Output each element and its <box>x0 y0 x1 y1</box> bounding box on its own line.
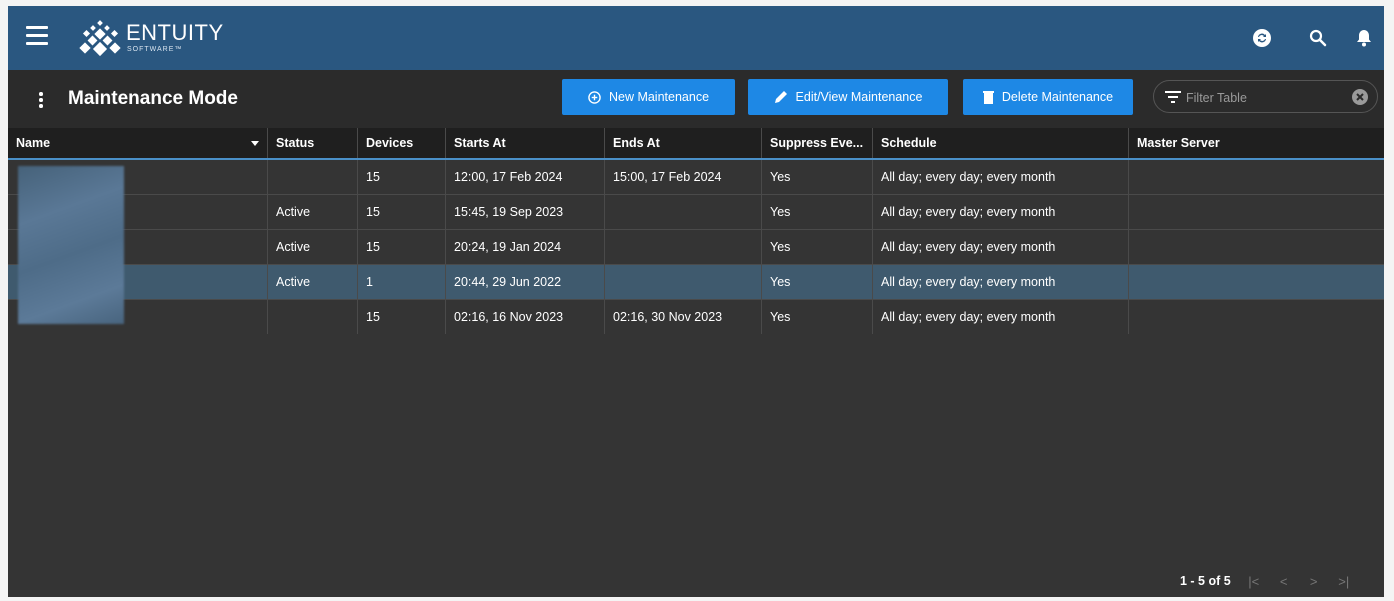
cell-schedule: All day; every day; every month <box>873 265 1129 299</box>
bell-icon[interactable] <box>1354 28 1374 48</box>
cell-schedule: All day; every day; every month <box>873 300 1129 334</box>
redacted-names-block <box>18 166 124 324</box>
cell-starts-at: 12:00, 17 Feb 2024 <box>446 160 605 194</box>
sync-icon[interactable] <box>1252 28 1272 48</box>
column-header-devices[interactable]: Devices <box>358 128 446 158</box>
cell-master-server <box>1129 230 1384 264</box>
cell-status: Active <box>268 265 358 299</box>
table-header: Name Status Devices Starts At Ends At Su… <box>8 128 1384 160</box>
search-icon[interactable] <box>1308 28 1328 48</box>
add-circle-icon <box>588 90 601 104</box>
column-header-ends-at[interactable]: Ends At <box>605 128 762 158</box>
delete-maintenance-button[interactable]: Delete Maintenance <box>963 79 1133 115</box>
last-page-icon[interactable]: >| <box>1337 574 1351 589</box>
new-maintenance-label: New Maintenance <box>608 90 710 104</box>
cell-devices: 15 <box>358 195 446 229</box>
cell-devices: 15 <box>358 160 446 194</box>
cell-suppress-events: Yes <box>762 300 873 334</box>
cell-schedule: All day; every day; every month <box>873 160 1129 194</box>
brand-subtitle: SOFTWARE™ <box>127 46 183 53</box>
pagination-range: 1 - 5 of 5 <box>1180 574 1231 588</box>
pencil-icon <box>774 91 787 103</box>
cell-suppress-events: Yes <box>762 195 873 229</box>
maintenance-table: Name Status Devices Starts At Ends At Su… <box>8 128 1384 334</box>
cell-master-server <box>1129 195 1384 229</box>
column-header-status[interactable]: Status <box>268 128 358 158</box>
delete-maintenance-label: Delete Maintenance <box>1001 90 1114 104</box>
top-bar: ENTUITY SOFTWARE™ <box>8 6 1384 70</box>
table-row-selected[interactable]: Active 1 20:44, 29 Jun 2022 Yes All day;… <box>8 265 1384 300</box>
filter-box <box>1153 80 1378 113</box>
cell-starts-at: 02:16, 16 Nov 2023 <box>446 300 605 334</box>
trash-icon <box>982 91 994 104</box>
more-options-icon[interactable] <box>38 92 44 110</box>
next-page-icon[interactable]: > <box>1307 574 1321 589</box>
cell-devices: 1 <box>358 265 446 299</box>
edit-maintenance-button[interactable]: Edit/View Maintenance <box>748 79 948 115</box>
sort-down-icon[interactable] <box>251 141 259 147</box>
column-header-suppress-events[interactable]: Suppress Eve... <box>762 128 873 158</box>
cell-suppress-events: Yes <box>762 230 873 264</box>
edit-maintenance-label: Edit/View Maintenance <box>795 90 923 104</box>
cell-devices: 15 <box>358 300 446 334</box>
cell-ends-at <box>605 265 762 299</box>
column-header-master-server[interactable]: Master Server <box>1129 128 1384 158</box>
cell-starts-at: 20:24, 19 Jan 2024 <box>446 230 605 264</box>
cell-devices: 15 <box>358 230 446 264</box>
brand-name: ENTUITY <box>126 20 224 45</box>
column-header-schedule[interactable]: Schedule <box>873 128 1129 158</box>
entuity-logo-icon <box>79 20 121 57</box>
cell-ends-at <box>605 230 762 264</box>
table-row[interactable]: Active 15 15:45, 19 Sep 2023 Yes All day… <box>8 195 1384 230</box>
cell-master-server <box>1129 265 1384 299</box>
cell-ends-at: 15:00, 17 Feb 2024 <box>605 160 762 194</box>
pagination: 1 - 5 of 5 |< < > >| <box>1180 572 1351 590</box>
first-page-icon[interactable]: |< <box>1247 574 1261 589</box>
filter-table-input[interactable] <box>1184 86 1338 110</box>
cell-status: Active <box>268 230 358 264</box>
cell-ends-at <box>605 195 762 229</box>
cell-ends-at: 02:16, 30 Nov 2023 <box>605 300 762 334</box>
filter-icon <box>1165 91 1181 103</box>
table-row[interactable]: Active 15 20:24, 19 Jan 2024 Yes All day… <box>8 230 1384 265</box>
cell-master-server <box>1129 160 1384 194</box>
table-row[interactable]: 15 12:00, 17 Feb 2024 15:00, 17 Feb 2024… <box>8 160 1384 195</box>
cell-status <box>268 300 358 334</box>
cell-status <box>268 160 358 194</box>
page-toolbar: Maintenance Mode New Maintenance Edit/Vi… <box>8 70 1384 128</box>
cell-starts-at: 15:45, 19 Sep 2023 <box>446 195 605 229</box>
cell-suppress-events: Yes <box>762 160 873 194</box>
menu-icon[interactable] <box>26 26 48 46</box>
clear-filter-icon[interactable] <box>1351 88 1369 106</box>
cell-suppress-events: Yes <box>762 265 873 299</box>
column-header-name[interactable]: Name <box>8 128 268 158</box>
page-title: Maintenance Mode <box>68 88 238 109</box>
app-frame: ENTUITY SOFTWARE™ Maintenance Mode New M… <box>8 6 1384 597</box>
cell-master-server <box>1129 300 1384 334</box>
table-row[interactable]: 15 02:16, 16 Nov 2023 02:16, 30 Nov 2023… <box>8 300 1384 334</box>
column-header-starts-at[interactable]: Starts At <box>446 128 605 158</box>
previous-page-icon[interactable]: < <box>1277 574 1291 589</box>
new-maintenance-button[interactable]: New Maintenance <box>562 79 735 115</box>
cell-schedule: All day; every day; every month <box>873 195 1129 229</box>
cell-status: Active <box>268 195 358 229</box>
cell-schedule: All day; every day; every month <box>873 230 1129 264</box>
cell-starts-at: 20:44, 29 Jun 2022 <box>446 265 605 299</box>
